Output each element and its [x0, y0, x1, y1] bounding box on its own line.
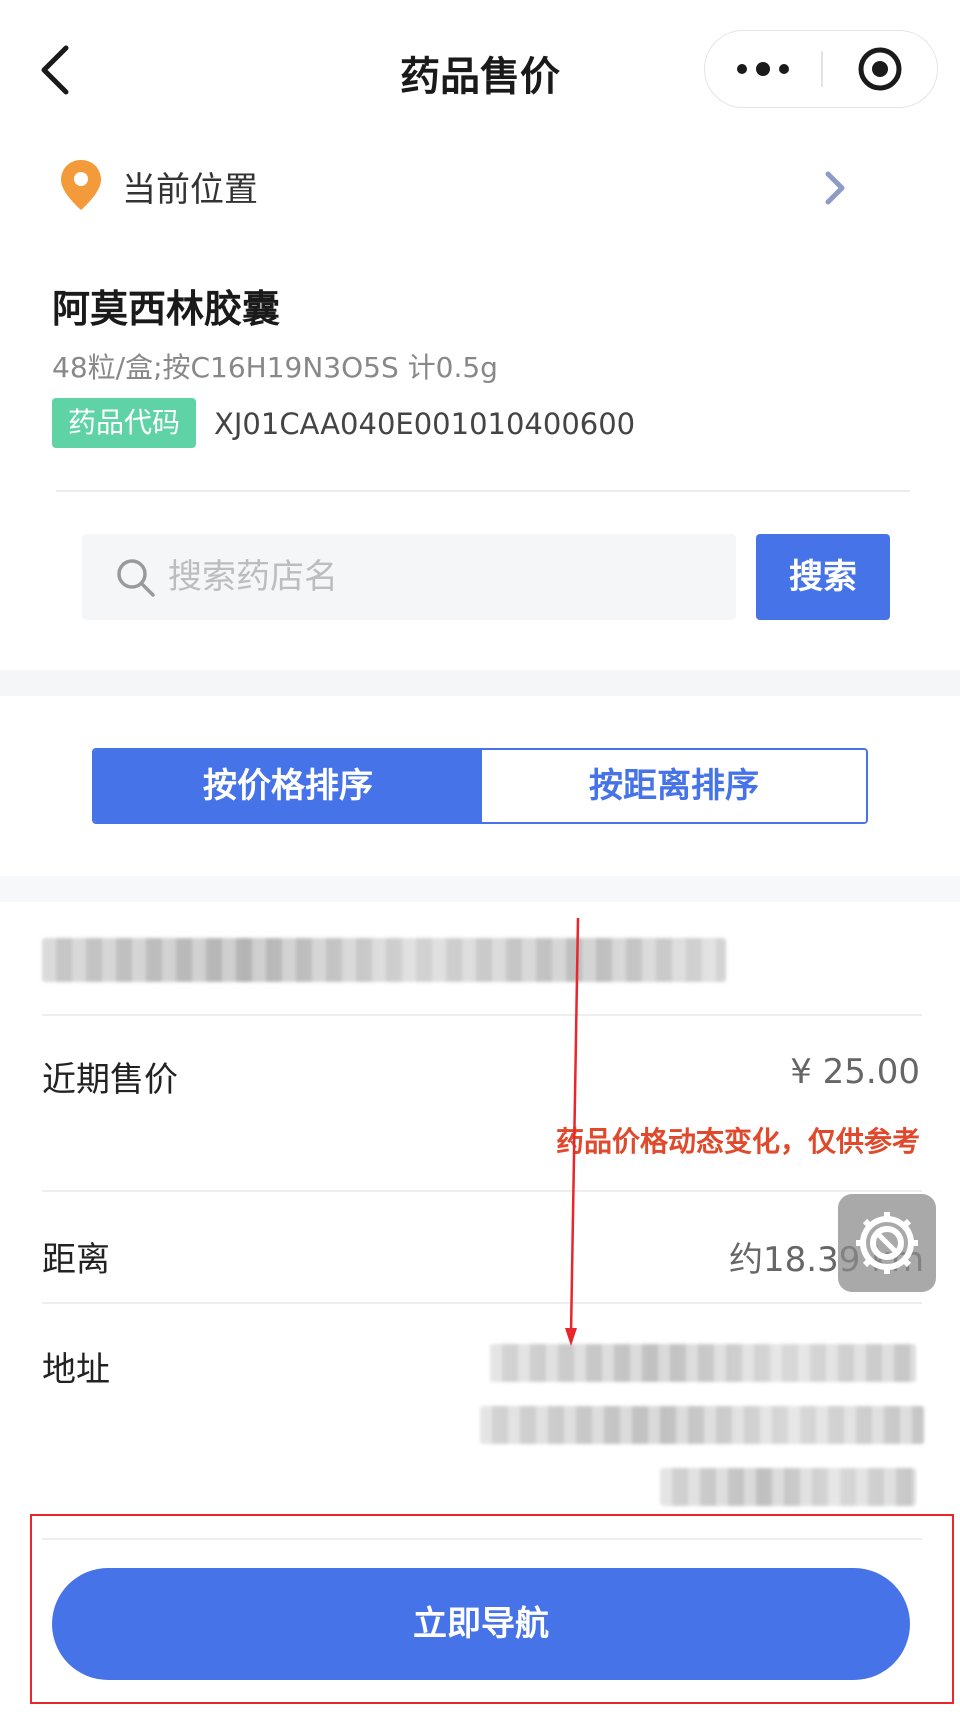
section-gap [0, 670, 960, 696]
price-value: ¥ 25.00 [790, 1052, 920, 1092]
location-label: 当前位置 [122, 170, 258, 210]
sort-toggle: 按价格排序 按距离排序 [92, 748, 868, 824]
divider [42, 1538, 922, 1540]
more-button[interactable] [705, 31, 821, 106]
address-line-redacted [480, 1406, 924, 1444]
current-location-row[interactable]: 当前位置 [0, 140, 960, 230]
address-line-redacted [660, 1468, 916, 1506]
pharmacy-name-redacted [42, 938, 726, 982]
section-gap [0, 876, 960, 902]
drug-spec: 48粒/盒;按C16H19N3O5S 计0.5g [52, 351, 498, 384]
search-button[interactable]: 搜索 [756, 534, 890, 620]
drug-code-tag: 药品代码 [52, 398, 197, 448]
divider [56, 490, 910, 492]
tab-sort-by-price[interactable]: 按价格排序 [94, 750, 482, 822]
chevron-right-icon [825, 171, 845, 205]
drug-name: 阿莫西林胶囊 [52, 287, 281, 331]
navigate-now-button[interactable]: 立即导航 [52, 1568, 910, 1680]
top-nav-bar: 药品售价 [0, 0, 960, 140]
search-input[interactable] [168, 534, 718, 620]
more-dots-icon [737, 62, 789, 76]
drug-code-value: XJ01CAA040E001010400600 [214, 407, 636, 441]
tab-sort-by-distance[interactable]: 按距离排序 [482, 750, 866, 822]
floating-settings-button[interactable] [838, 1194, 936, 1292]
drug-price-page: 药品售价 当前位置 阿莫西林胶囊 48粒/盒;按C16H19N3O5S 计0.5… [0, 0, 960, 1731]
search-box [82, 534, 736, 620]
gear-icon [856, 1212, 918, 1274]
search-icon [117, 559, 155, 597]
location-pin-icon [61, 160, 101, 210]
close-mini-program-button[interactable] [823, 31, 937, 106]
price-disclaimer: 药品价格动态变化，仅供参考 [555, 1125, 920, 1158]
address-label: 地址 [42, 1350, 110, 1390]
address-line-redacted [490, 1344, 916, 1382]
divider [42, 1014, 922, 1016]
target-close-icon [858, 47, 902, 91]
mini-program-capsule [704, 30, 938, 108]
divider [42, 1302, 922, 1304]
price-label: 近期售价 [42, 1060, 178, 1100]
divider [42, 1190, 922, 1192]
distance-label: 距离 [42, 1240, 110, 1280]
